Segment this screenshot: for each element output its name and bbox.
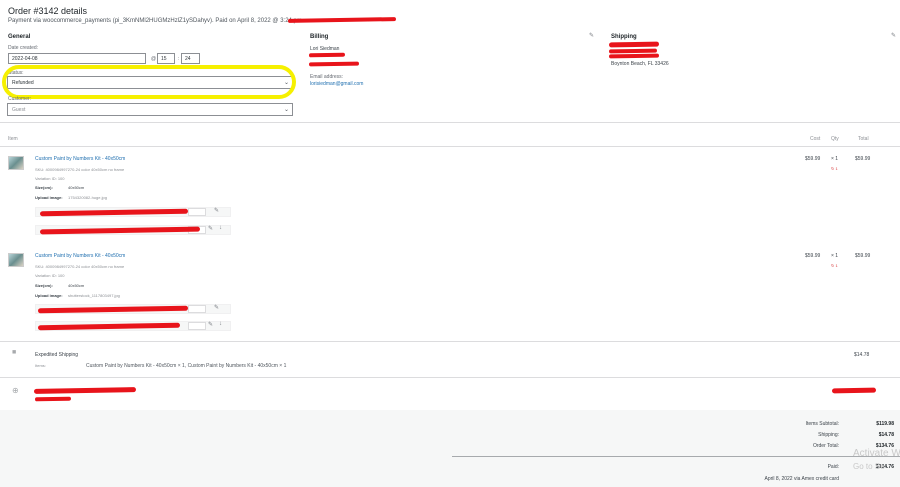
time-separator: :	[178, 56, 180, 62]
meta-value-box[interactable]	[188, 322, 206, 330]
hour-input[interactable]: 15	[157, 53, 175, 64]
upload-label: Upload image:	[35, 293, 63, 298]
shipping-items-value: Custom Paint by Numbers Kit - 40x50cm × …	[86, 363, 287, 369]
edit-pencil-icon[interactable]: ✎	[214, 304, 219, 311]
shipping-items-label: Items:	[35, 363, 46, 368]
date-created-input[interactable]: 2022-04-08	[8, 53, 146, 64]
order-total-label: Order Total:	[812, 443, 839, 449]
divider	[0, 122, 900, 123]
customer-value: Guest	[12, 107, 26, 113]
yellow-highlight-annotation	[2, 65, 296, 99]
customer-select[interactable]: Guest ⌄	[7, 103, 293, 116]
product-sku: SKU: 4000984997270-24 color 40x50cm no f…	[35, 167, 125, 172]
date-created-label: Date created:	[8, 45, 39, 51]
col-item: Item	[8, 136, 18, 142]
redaction-mark	[287, 17, 397, 23]
redaction-mark	[308, 52, 346, 58]
size-label: Size(cm):	[35, 283, 53, 288]
meta-value-box[interactable]	[188, 208, 206, 216]
chevron-down-icon: ⌄	[283, 107, 289, 113]
general-heading: General	[8, 34, 31, 40]
page-title: Order #3142 details	[8, 6, 88, 16]
shipping-heading: Shipping	[611, 34, 637, 40]
product-name-link[interactable]: Custom Paint by Numbers Kit - 40x50cm	[35, 253, 125, 259]
divider	[452, 456, 900, 457]
product-sku: SKU: 4000984997270-24 color 40x50cm no f…	[35, 264, 125, 269]
upload-label: Upload image:	[35, 195, 63, 200]
size-value: 40x50cm	[68, 185, 85, 190]
redaction-mark	[608, 41, 660, 48]
shipping-city: Boynton Beach, FL 33426	[611, 61, 669, 67]
refund-qty: ↻ 1	[831, 166, 838, 171]
email-label: Email address:	[310, 74, 344, 80]
edit-billing-pencil-icon[interactable]: ✎	[589, 32, 594, 39]
size-label: Size(cm):	[35, 185, 53, 190]
edit-pencil-icon[interactable]: ✎	[208, 225, 213, 232]
truck-icon: ■	[12, 349, 17, 356]
shipping-total: $14.78	[854, 352, 870, 358]
shipping-total-value: $14.78	[878, 432, 894, 438]
variation-id: Variation ID: 100	[35, 176, 65, 181]
billing-name: Lori Siedman	[310, 46, 340, 52]
item-qty: × 1	[831, 253, 839, 259]
redaction-mark	[831, 387, 877, 394]
col-cost: Cost	[810, 136, 821, 142]
subtotal-value: $119.98	[876, 421, 894, 427]
divider	[0, 377, 900, 378]
refund-qty: ↻ 1	[831, 263, 838, 268]
arrow-down-icon[interactable]: ↓	[219, 321, 222, 327]
paid-note: April 8, 2022 via Amex credit card	[764, 476, 839, 482]
order-panel: Order #3142 details Payment via woocomme…	[0, 0, 900, 487]
size-value: 40x50cm	[68, 283, 85, 288]
item-qty: × 1	[831, 156, 839, 162]
paid-label: Paid:	[827, 464, 839, 470]
divider	[0, 146, 900, 147]
redaction-mark	[608, 53, 660, 59]
redaction-mark	[308, 61, 360, 67]
shipping-method-name: Expedited Shipping	[35, 352, 79, 358]
product-thumbnail[interactable]	[8, 156, 24, 170]
item-total: $59.99	[855, 156, 871, 162]
billing-email-link[interactable]: lorisiedman@gmail.com	[310, 81, 363, 87]
upload-file-link[interactable]: 1754320082-huge.jpg	[68, 195, 107, 200]
upload-file-link[interactable]: shutterstock_1117803497.jpg	[68, 293, 120, 298]
edit-pencil-icon[interactable]: ✎	[214, 207, 219, 214]
product-thumbnail[interactable]	[8, 253, 24, 267]
billing-heading: Billing	[310, 34, 329, 40]
payment-subtitle: Payment via woocommerce_payments (pi_3Km…	[8, 18, 302, 24]
arrow-down-icon[interactable]: ↓	[219, 225, 222, 231]
edit-pencil-icon[interactable]: ✎	[208, 321, 213, 328]
redaction-mark	[34, 396, 72, 402]
col-qty: Qty	[831, 136, 839, 142]
product-name-link[interactable]: Custom Paint by Numbers Kit - 40x50cm	[35, 156, 125, 162]
activation-watermark-sub: Go to Se	[853, 462, 885, 471]
redaction-mark	[608, 48, 658, 54]
divider	[0, 341, 900, 342]
shipping-total-label: Shipping:	[818, 432, 839, 438]
col-total: Total	[858, 136, 869, 142]
activation-watermark: Activate W	[853, 448, 900, 459]
item-total: $59.99	[855, 253, 871, 259]
at-label: @	[151, 56, 157, 62]
redaction-mark	[33, 387, 137, 394]
item-cost: $59.99	[805, 253, 821, 259]
minute-input[interactable]: 24	[181, 53, 200, 64]
variation-id: Variation ID: 100	[35, 273, 65, 278]
customer-label: Customer:	[8, 96, 32, 102]
subtotal-label: Items Subtotal:	[805, 421, 839, 427]
item-cost: $59.99	[805, 156, 821, 162]
edit-shipping-pencil-icon[interactable]: ✎	[891, 32, 896, 39]
meta-value-box[interactable]	[188, 305, 206, 313]
globe-icon: ⊕	[12, 386, 19, 395]
